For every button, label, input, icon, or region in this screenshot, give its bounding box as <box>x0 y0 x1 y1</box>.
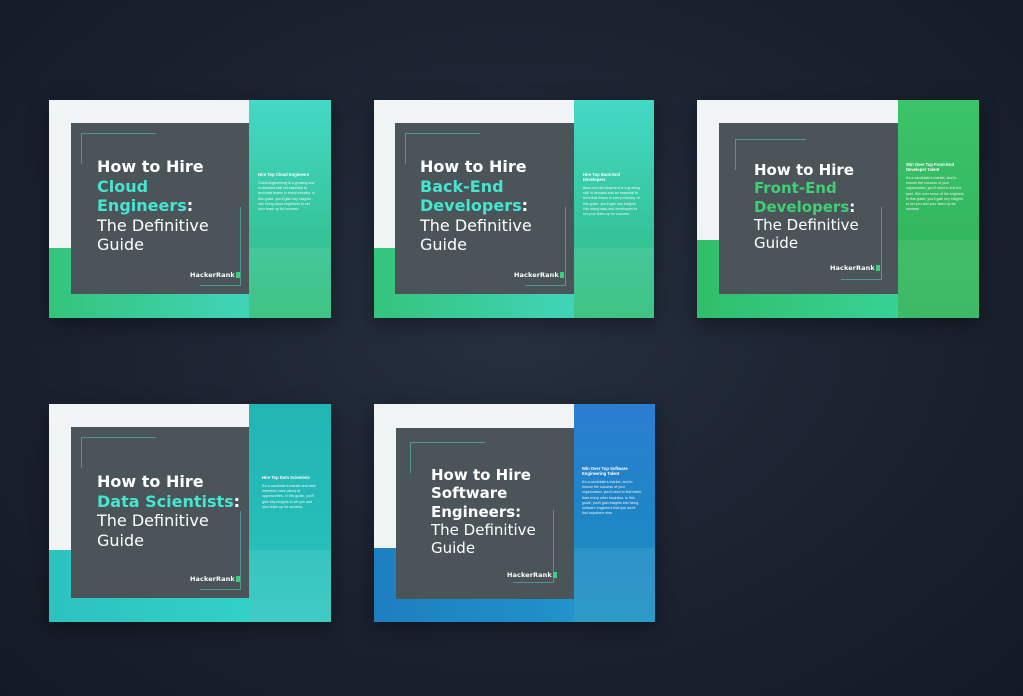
title-colon: : <box>849 197 856 216</box>
panel-body: It's a candidate's market, and to ensure… <box>906 176 965 212</box>
title-subtitle: The Definitive <box>97 215 209 235</box>
title-subtitle: Guide <box>97 235 144 255</box>
cover-title: How to Hire Data Scientists: The Definit… <box>97 472 240 550</box>
title-subtitle: Guide <box>97 530 144 550</box>
panel-heading: Win Over Top Front-End Developer Talent <box>906 162 955 172</box>
title-colon: : <box>515 502 522 521</box>
guide-card-software-engineers[interactable]: How to Hire Software Engineers: The Defi… <box>374 404 655 622</box>
title-highlight: Front-End <box>754 179 837 198</box>
title-subtitle: The Definitive <box>97 511 209 531</box>
title-highlight: Cloud <box>97 176 149 196</box>
title-subtitle: Guide <box>431 539 476 558</box>
title-highlight: Data Scientists <box>97 491 234 511</box>
panel-text: Hire Top Data Scientists It's a candidat… <box>262 475 320 510</box>
panel-text: Hire Top Back-End Developers Back-end de… <box>583 172 641 217</box>
cover-title: How to Hire Software Engineers: The Defi… <box>431 466 536 557</box>
panel-body: It's a candidate's market, and to ensure… <box>582 480 642 516</box>
title-colon: : <box>186 196 194 216</box>
title-subtitle: Guide <box>420 235 467 255</box>
panel-text: Hire Top Cloud Engineers Cloud engineeri… <box>258 172 316 212</box>
title-colon: : <box>521 196 529 216</box>
panel-body: It's a candidate's market and data scien… <box>262 484 316 509</box>
panel-body: Back-end development is a growing skill … <box>583 186 640 217</box>
panel-heading: Win Over Top Software Engineering Talent <box>582 466 628 476</box>
guide-card-cloud-engineers[interactable]: How to Hire Cloud Engineers: The Definit… <box>49 100 331 318</box>
title-highlight: Software <box>431 484 508 503</box>
guide-cover: How to Hire Back-End Developers: The Def… <box>395 123 574 294</box>
guide-card-back-end-developers[interactable]: How to Hire Back-End Developers: The Def… <box>374 100 654 318</box>
card-right-panel <box>249 404 331 622</box>
hackerrank-logo: HackerRank <box>507 571 557 579</box>
guide-cover: How to Hire Software Engineers: The Defi… <box>396 428 574 599</box>
guide-cover: How to Hire Front-End Developers: The De… <box>719 123 898 294</box>
guide-cover: How to Hire Data Scientists: The Definit… <box>71 427 249 598</box>
title-subtitle: The Definitive <box>431 520 536 539</box>
title-highlight: Engineers <box>97 196 187 216</box>
panel-text: Win Over Top Software Engineering Talent… <box>582 466 642 516</box>
panel-heading: Hire Top Cloud Engineers <box>258 172 310 177</box>
title-highlight: Developers <box>754 197 850 216</box>
hackerrank-logo: HackerRank <box>190 271 240 279</box>
guide-card-front-end-developers[interactable]: How to Hire Front-End Developers: The De… <box>697 100 979 318</box>
title-highlight: Back-End <box>420 176 504 196</box>
title-subtitle: The Definitive <box>420 215 532 235</box>
title-line: How to Hire <box>97 157 204 176</box>
hackerrank-logo: HackerRank <box>830 264 880 272</box>
guide-card-data-scientists[interactable]: How to Hire Data Scientists: The Definit… <box>49 404 331 622</box>
cover-frame-top <box>81 437 156 468</box>
title-colon: : <box>233 491 241 511</box>
title-subtitle: The Definitive <box>754 215 859 234</box>
hackerrank-logo: HackerRank <box>190 575 240 583</box>
panel-heading: Hire Top Data Scientists <box>262 475 310 480</box>
hackerrank-logo: HackerRank <box>514 271 564 279</box>
guide-cover: How to Hire Cloud Engineers: The Definit… <box>71 123 249 294</box>
cover-title: How to Hire Front-End Developers: The De… <box>754 161 859 252</box>
title-highlight: Developers <box>420 196 522 216</box>
panel-text: Win Over Top Front-End Developer Talent … <box>906 162 966 212</box>
title-line: How to Hire <box>420 157 527 176</box>
cover-title: How to Hire Cloud Engineers: The Definit… <box>97 157 209 255</box>
title-line: How to Hire <box>754 161 854 179</box>
title-line: How to Hire <box>97 472 204 491</box>
title-subtitle: Guide <box>754 234 799 253</box>
panel-body: Cloud engineering is a growing and in-de… <box>258 181 315 212</box>
panel-heading: Hire Top Back-End Developers <box>583 172 621 182</box>
title-line: How to Hire <box>431 466 531 484</box>
cover-title: How to Hire Back-End Developers: The Def… <box>420 157 532 255</box>
title-highlight: Engineers <box>431 502 516 521</box>
